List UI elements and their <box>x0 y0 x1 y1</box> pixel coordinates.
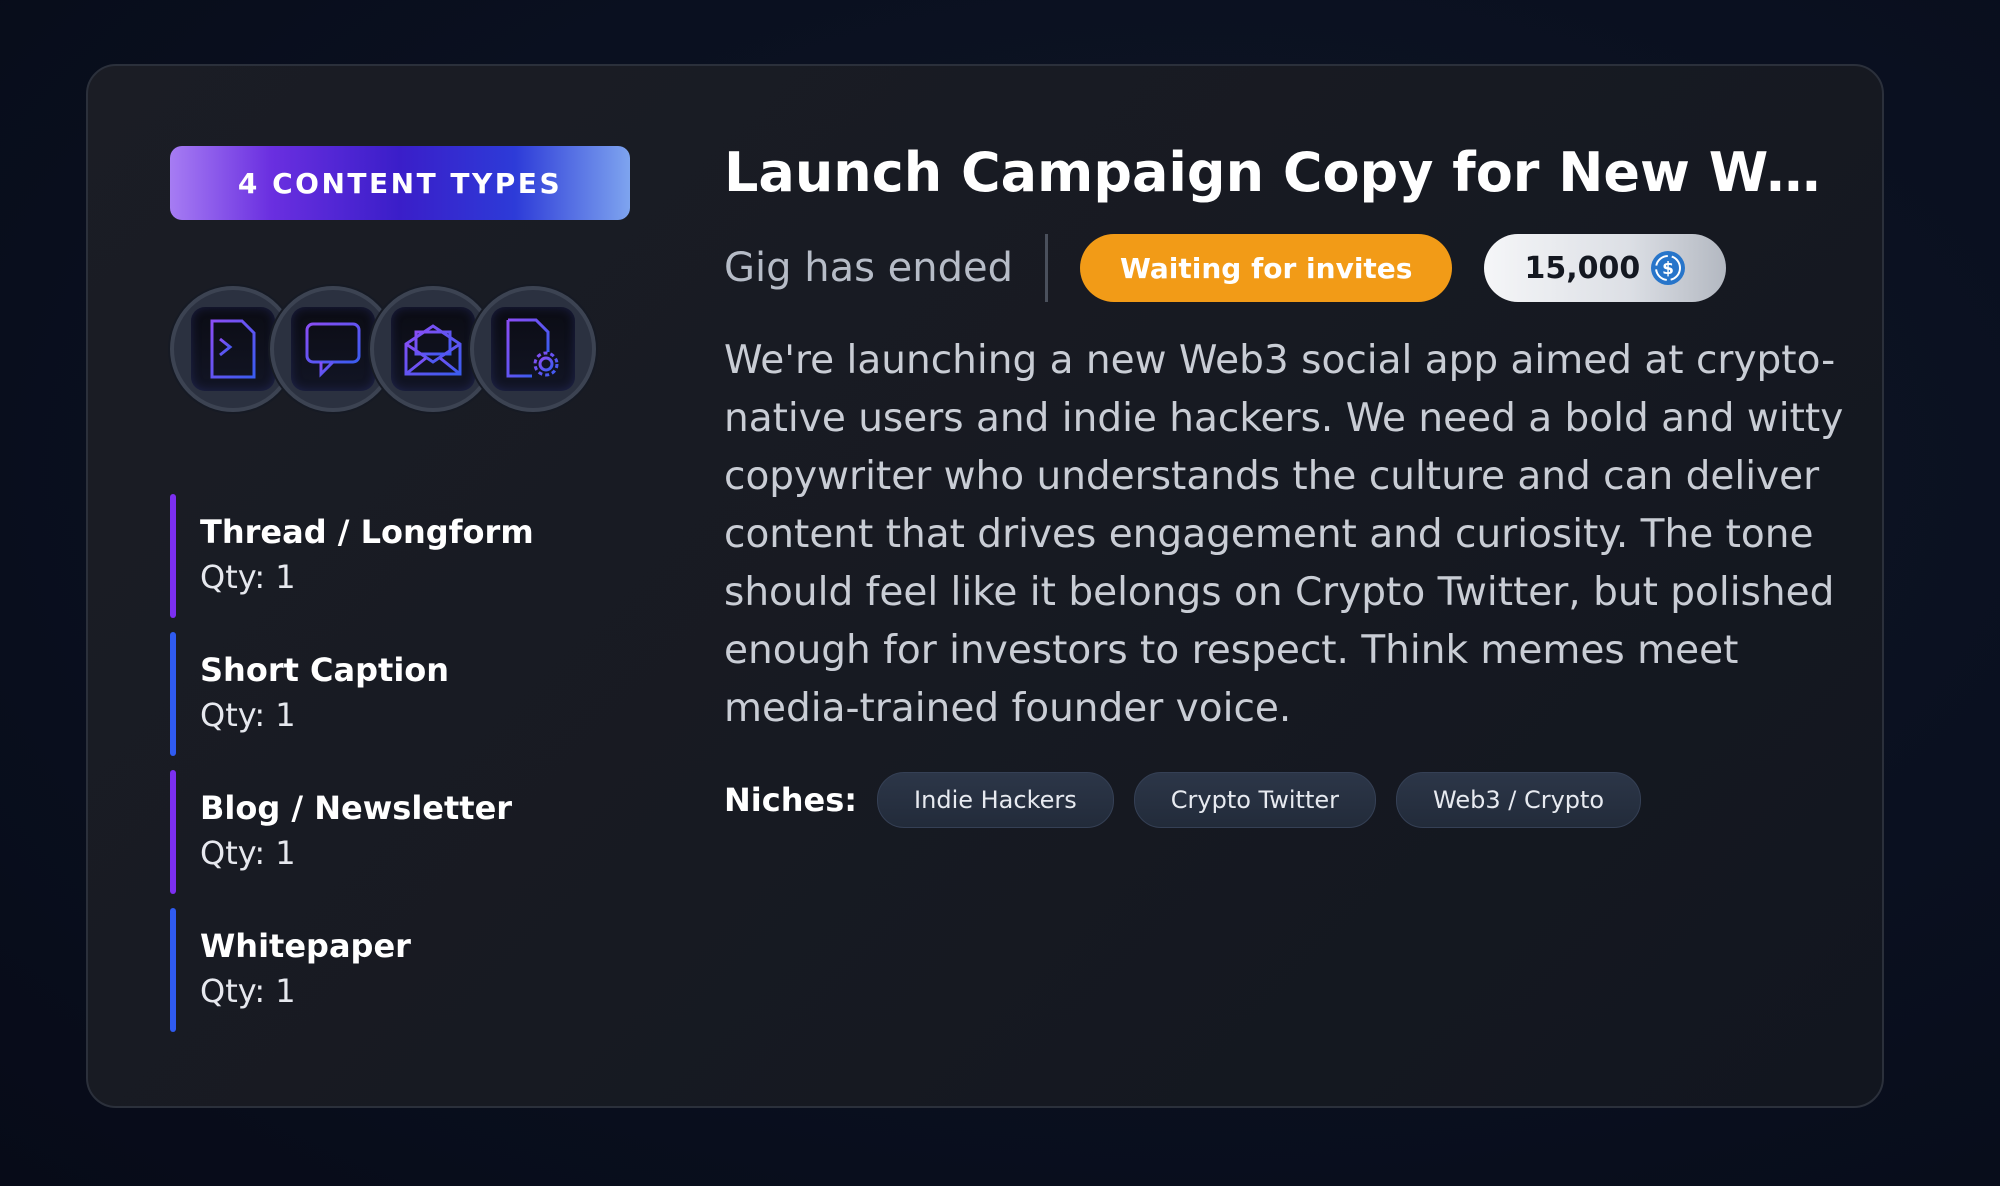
content-type-name: Whitepaper <box>200 927 411 965</box>
content-type-item: Thread / Longform Qty: 1 <box>170 494 610 618</box>
whitepaper-settings-icon <box>470 286 596 412</box>
status-divider <box>1044 234 1048 302</box>
invite-status-badge: Waiting for invites <box>1079 234 1453 302</box>
niche-chip[interactable]: Crypto Twitter <box>1133 772 1376 828</box>
content-type-qty: Qty: 1 <box>200 558 296 596</box>
gig-title[interactable]: Launch Campaign Copy for New Web3 Social… <box>724 128 1854 218</box>
content-type-list: Thread / Longform Qty: 1 Short Caption Q… <box>170 494 610 1046</box>
content-type-item: Whitepaper Qty: 1 <box>170 908 610 1032</box>
content-type-name: Blog / Newsletter <box>200 789 513 827</box>
invite-status-label: Waiting for invites <box>1119 251 1413 285</box>
niches-row: Niches: Indie Hackers Crypto Twitter Web… <box>724 772 1661 828</box>
gig-status-text: Gig has ended <box>724 245 1013 291</box>
content-type-item: Short Caption Qty: 1 <box>170 632 610 756</box>
gig-description: We're launching a new Web3 social app ai… <box>724 338 1844 731</box>
niche-chip[interactable]: Web3 / Crypto <box>1396 772 1642 828</box>
content-type-qty: Qty: 1 <box>200 972 296 1010</box>
svg-text:$: $ <box>1662 259 1674 279</box>
niches-label: Niches: <box>724 781 858 819</box>
usdc-coin-icon: $ <box>1651 251 1686 285</box>
gig-card[interactable]: 4 CONTENT TYPES Thread / Longform Qty: 1… <box>86 64 1884 1108</box>
content-type-qty: Qty: 1 <box>200 834 296 872</box>
status-row: Gig has ended Waiting for invites 15,000… <box>724 234 1727 302</box>
accent-bar <box>170 632 176 756</box>
content-type-icons <box>170 286 600 416</box>
content-type-name: Thread / Longform <box>200 513 534 551</box>
budget-amount: 15,000 <box>1524 250 1641 286</box>
budget-badge: 15,000 $ <box>1484 234 1727 302</box>
content-types-badge: 4 CONTENT TYPES <box>170 146 630 220</box>
accent-bar <box>170 494 176 618</box>
accent-bar <box>170 770 176 894</box>
accent-bar <box>170 908 176 1032</box>
content-type-qty: Qty: 1 <box>200 696 296 734</box>
content-types-badge-label: 4 CONTENT TYPES <box>237 166 563 200</box>
niche-chip[interactable]: Indie Hackers <box>877 772 1114 828</box>
content-type-name: Short Caption <box>200 651 450 689</box>
content-type-item: Blog / Newsletter Qty: 1 <box>170 770 610 894</box>
